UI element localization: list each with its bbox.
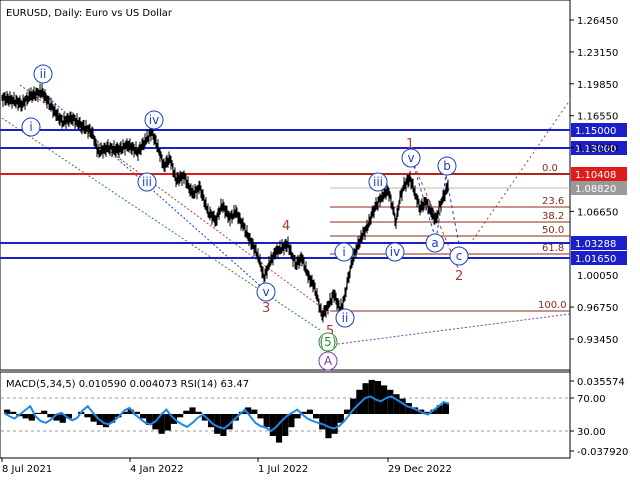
wave-label-red: 4 <box>282 219 290 234</box>
fib-label: 23.6 <box>542 196 564 207</box>
macd-bar <box>288 414 295 428</box>
macd-bar <box>41 410 48 414</box>
indicator-tick-label: 30.00 <box>577 427 606 438</box>
wave-label-blue: i <box>342 245 345 259</box>
wave-label-blue: iv <box>390 245 400 259</box>
macd-bar <box>306 409 314 414</box>
wave-label-red: 2 <box>455 269 463 284</box>
wave-label-blue: b <box>443 159 451 173</box>
macd-bar <box>139 414 147 419</box>
fib-label: 100.0 <box>538 300 567 311</box>
wave-label-blue: ii <box>342 311 349 325</box>
wave-label-blue: c <box>456 249 463 263</box>
wave-label-blue: v <box>407 151 414 165</box>
macd-bar <box>183 410 190 414</box>
indicator-ticks: 0.035574 70.00 30.00 -0.037920 <box>570 377 628 458</box>
macd-bar <box>164 414 171 431</box>
macd-bar <box>189 407 196 414</box>
fib-label: 0.0 <box>542 163 558 174</box>
y-tick-label: 1.26450 <box>577 16 618 27</box>
macd-bar <box>214 414 221 434</box>
macd-bar <box>84 414 91 418</box>
y-tick-label: 1.06650 <box>577 207 618 218</box>
macd-bar <box>257 414 264 419</box>
fib-label: 50.0 <box>542 225 564 236</box>
main-panel <box>0 0 571 371</box>
macd-bar <box>269 414 276 436</box>
macd-bar <box>220 414 227 436</box>
chart-title: EURUSD, Daily: Euro vs US Dollar <box>6 8 173 19</box>
wave-label-blue: ii <box>40 67 47 81</box>
y-tick-label: 0.96750 <box>577 303 618 314</box>
x-tick-label: 8 Jul 2021 <box>2 464 52 475</box>
macd-bar <box>34 412 42 414</box>
macd-bar <box>331 414 338 434</box>
chart-canvas: 1.150001.130001.104081.088201.032881.016… <box>0 0 628 475</box>
macd-bar <box>177 414 184 418</box>
indicator-tick-label: -0.037920 <box>577 447 628 458</box>
macd-bar <box>263 414 270 428</box>
indicator-tick-label: 70.00 <box>577 394 606 405</box>
macd-bar <box>294 414 301 419</box>
macd-bar <box>319 414 326 430</box>
wave-label-blue: iv <box>149 113 159 127</box>
y-tick-label: 1.19850 <box>577 80 618 91</box>
macd-bar <box>195 411 202 414</box>
y-tick-label: 0.93450 <box>577 335 618 346</box>
level-price-label: 1.08820 <box>575 184 616 195</box>
wave-label-green: (5) <box>320 335 337 349</box>
indicator-title: MACD(5,34,5) 0.010590 0.004073 RSI(14) 6… <box>6 379 249 390</box>
indicator-tick-label: 0.035574 <box>577 377 625 388</box>
wave-label-blue: a <box>431 236 438 250</box>
macd-bar <box>275 414 283 443</box>
x-tick-label: 29 Dec 2022 <box>388 464 452 475</box>
y-tick-label: 1.16550 <box>577 112 618 123</box>
fib-label: 38.2 <box>542 211 564 222</box>
macd-bar <box>387 389 394 414</box>
x-tick-label: 1 Jul 2022 <box>258 464 308 475</box>
macd-bar <box>10 411 17 414</box>
y-tick-label: 1.00050 <box>577 271 618 282</box>
level-price-label: 1.01650 <box>575 254 616 265</box>
macd-bar <box>22 414 29 419</box>
wave-label-blue: i <box>29 120 32 134</box>
x-tick-label: 4 Jan 2022 <box>130 464 184 475</box>
wave-label-blue: v <box>262 285 269 299</box>
macd-bar <box>374 381 382 414</box>
chart-window: 1.15000 1.13000 1.10408 1.08820 1.03288 1.016… <box>0 0 640 480</box>
fib-label: 61.8 <box>542 243 564 254</box>
y-tick-label: 1.13250 <box>577 144 618 155</box>
x-axis-ticks: 8 Jul 2021 4 Jan 2022 1 Jul 2022 29 Dec 202… <box>1 458 452 475</box>
level-price-label: 1.15000 <box>575 126 616 137</box>
level-price-label: 1.03288 <box>575 239 616 250</box>
macd-bar <box>251 409 258 414</box>
macd-bar <box>313 414 320 419</box>
wave-label-purple: A <box>324 354 333 368</box>
wave-label-red: 3 <box>262 301 270 316</box>
y-tick-label: 1.23150 <box>577 48 618 59</box>
level-price-label: 1.10408 <box>575 170 616 181</box>
wave-label-blue: iii <box>142 175 152 189</box>
wave-label-blue: iii <box>373 175 383 189</box>
